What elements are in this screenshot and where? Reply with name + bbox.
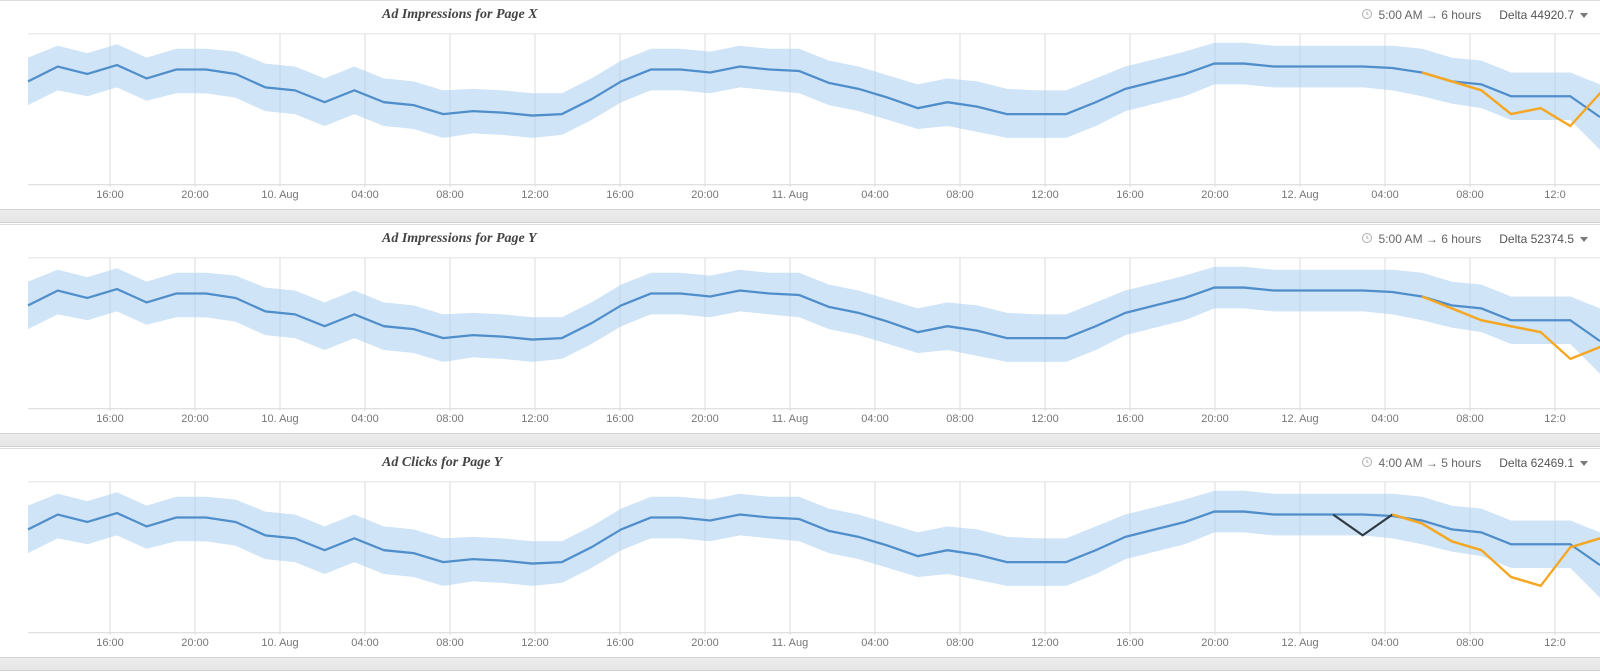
confidence-band bbox=[28, 491, 1600, 598]
x-tick-label: 08:00 bbox=[436, 413, 464, 425]
x-tick-label: 08:00 bbox=[1456, 637, 1484, 649]
x-tick-label: 08:00 bbox=[436, 189, 464, 201]
delta-label: Delta 44920.7 bbox=[1499, 8, 1574, 22]
x-tick-label: 12. Aug bbox=[1281, 637, 1318, 649]
time-range-selector[interactable]: 5:00 AM → 6 hours bbox=[1361, 232, 1482, 247]
x-tick-label: 12:00 bbox=[1031, 413, 1059, 425]
x-tick-label: 04:00 bbox=[861, 637, 889, 649]
chart-panel: Ad Clicks for Page Y 4:00 AM → 5 hours D… bbox=[0, 448, 1600, 658]
x-tick-label: 11. Aug bbox=[772, 413, 809, 425]
time-range-text: 5:00 AM → 6 hours bbox=[1379, 8, 1482, 22]
x-tick-label: 08:00 bbox=[946, 189, 974, 201]
time-range-selector[interactable]: 5:00 AM → 6 hours bbox=[1361, 8, 1482, 23]
chart-area[interactable]: 16:00 20:00 10. Aug 04:00 08:00 12:00 16:00 20:… bbox=[0, 251, 1600, 433]
x-tick-label: 20:00 bbox=[1201, 189, 1229, 201]
x-tick-label: 10. Aug bbox=[261, 189, 298, 201]
chart-panel: Ad Impressions for Page Y 5:00 AM → 6 ho… bbox=[0, 224, 1600, 434]
confidence-band bbox=[28, 267, 1600, 374]
x-tick-label: 12:00 bbox=[521, 413, 549, 425]
x-tick-label: 12:00 bbox=[1031, 637, 1059, 649]
x-tick-label: 04:00 bbox=[351, 413, 379, 425]
delta-dropdown[interactable]: Delta 44920.7 bbox=[1499, 8, 1588, 22]
x-tick-label: 20:00 bbox=[181, 413, 209, 425]
x-tick-label: 11. Aug bbox=[772, 189, 809, 201]
x-tick-label: 04:00 bbox=[351, 189, 379, 201]
x-tick-label: 10. Aug bbox=[261, 637, 298, 649]
x-tick-label: 12:0 bbox=[1544, 413, 1565, 425]
x-tick-label: 20:00 bbox=[691, 189, 719, 201]
chart-title: Ad Impressions for Page Y bbox=[382, 231, 537, 247]
x-tick-label: 04:00 bbox=[1371, 413, 1399, 425]
x-tick-label: 12:00 bbox=[521, 637, 549, 649]
x-axis-labels: 16:00 20:00 10. Aug 04:00 08:00 12:00 16:00 20:… bbox=[0, 187, 1600, 203]
x-tick-label: 20:00 bbox=[181, 189, 209, 201]
chevron-down-icon bbox=[1580, 13, 1588, 18]
clock-icon bbox=[1361, 8, 1373, 23]
time-range-text: 4:00 AM → 5 hours bbox=[1379, 456, 1482, 470]
x-tick-label: 11. Aug bbox=[772, 637, 809, 649]
clock-icon bbox=[1361, 456, 1373, 471]
chevron-down-icon bbox=[1580, 237, 1588, 242]
clock-icon bbox=[1361, 232, 1373, 247]
x-tick-label: 20:00 bbox=[1201, 413, 1229, 425]
x-tick-label: 04:00 bbox=[861, 189, 889, 201]
x-tick-label: 08:00 bbox=[946, 413, 974, 425]
chart-svg bbox=[0, 251, 1600, 411]
delta-label: Delta 62469.1 bbox=[1499, 456, 1574, 470]
x-tick-label: 16:00 bbox=[1116, 189, 1144, 201]
time-range-selector[interactable]: 4:00 AM → 5 hours bbox=[1361, 456, 1482, 471]
chevron-down-icon bbox=[1580, 461, 1588, 466]
x-tick-label: 16:00 bbox=[606, 637, 634, 649]
x-tick-label: 10. Aug bbox=[261, 413, 298, 425]
panel-header: Ad Clicks for Page Y 4:00 AM → 5 hours D… bbox=[0, 449, 1600, 475]
x-axis-labels: 16:00 20:00 10. Aug 04:00 08:00 12:00 16:00 20:… bbox=[0, 411, 1600, 427]
chart-title: Ad Impressions for Page X bbox=[382, 7, 538, 23]
x-tick-label: 16:00 bbox=[1116, 637, 1144, 649]
x-tick-label: 12:00 bbox=[521, 189, 549, 201]
chart-title: Ad Clicks for Page Y bbox=[382, 455, 502, 471]
x-tick-label: 12. Aug bbox=[1281, 189, 1318, 201]
x-tick-label: 04:00 bbox=[351, 637, 379, 649]
delta-label: Delta 52374.5 bbox=[1499, 232, 1574, 246]
x-tick-label: 04:00 bbox=[1371, 637, 1399, 649]
x-tick-label: 04:00 bbox=[861, 413, 889, 425]
panel-header: Ad Impressions for Page Y 5:00 AM → 6 ho… bbox=[0, 225, 1600, 251]
x-tick-label: 08:00 bbox=[436, 637, 464, 649]
x-tick-label: 16:00 bbox=[1116, 413, 1144, 425]
chart-svg bbox=[0, 475, 1600, 635]
x-tick-label: 12. Aug bbox=[1281, 413, 1318, 425]
x-tick-label: 04:00 bbox=[1371, 189, 1399, 201]
delta-dropdown[interactable]: Delta 62469.1 bbox=[1499, 456, 1588, 470]
x-tick-label: 20:00 bbox=[691, 637, 719, 649]
x-tick-label: 16:00 bbox=[96, 413, 124, 425]
panel-header: Ad Impressions for Page X 5:00 AM → 6 ho… bbox=[0, 1, 1600, 27]
chart-area[interactable]: 16:00 20:00 10. Aug 04:00 08:00 12:00 16:00 20:… bbox=[0, 27, 1600, 209]
x-tick-label: 16:00 bbox=[96, 637, 124, 649]
x-tick-label: 16:00 bbox=[96, 189, 124, 201]
x-tick-label: 20:00 bbox=[181, 637, 209, 649]
chart-panel: Ad Impressions for Page X 5:00 AM → 6 ho… bbox=[0, 0, 1600, 210]
x-tick-label: 20:00 bbox=[691, 413, 719, 425]
delta-dropdown[interactable]: Delta 52374.5 bbox=[1499, 232, 1588, 246]
x-tick-label: 20:00 bbox=[1201, 637, 1229, 649]
x-tick-label: 12:0 bbox=[1544, 189, 1565, 201]
chart-svg bbox=[0, 27, 1600, 187]
x-tick-label: 12:0 bbox=[1544, 637, 1565, 649]
x-axis-labels: 16:00 20:00 10. Aug 04:00 08:00 12:00 16:00 20:… bbox=[0, 635, 1600, 651]
x-tick-label: 12:00 bbox=[1031, 189, 1059, 201]
x-tick-label: 08:00 bbox=[1456, 189, 1484, 201]
time-range-text: 5:00 AM → 6 hours bbox=[1379, 232, 1482, 246]
x-tick-label: 16:00 bbox=[606, 413, 634, 425]
x-tick-label: 08:00 bbox=[946, 637, 974, 649]
chart-area[interactable]: 16:00 20:00 10. Aug 04:00 08:00 12:00 16:00 20:… bbox=[0, 475, 1600, 657]
x-tick-label: 08:00 bbox=[1456, 413, 1484, 425]
x-tick-label: 16:00 bbox=[606, 189, 634, 201]
confidence-band bbox=[28, 43, 1600, 150]
